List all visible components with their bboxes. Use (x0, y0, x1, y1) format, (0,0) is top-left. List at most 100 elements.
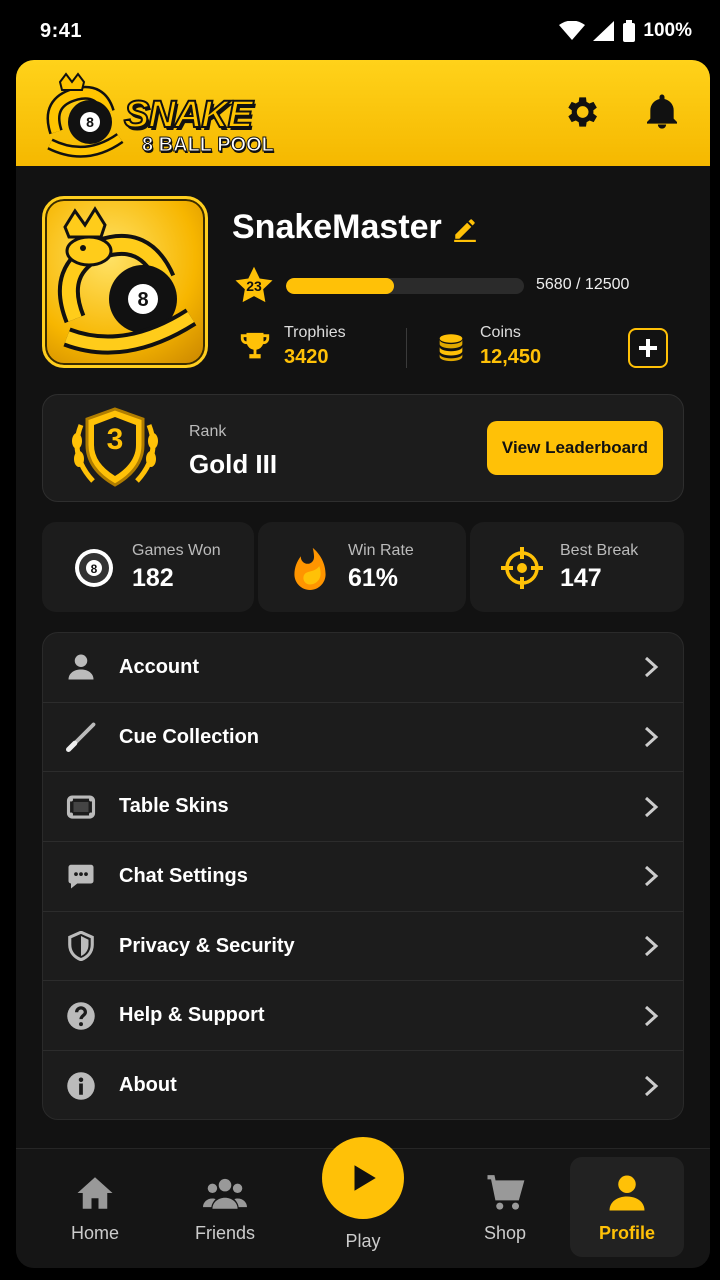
rank-card: 3 Rank Gold III View Leaderboard (42, 394, 684, 502)
app-logo: 8 SNAKE 8 BALL POOL (46, 72, 286, 158)
crosshair-icon (501, 547, 543, 589)
trophies-label: Trophies (284, 324, 346, 341)
chevron-right-icon (644, 726, 659, 748)
coins-text: Coins 12,450 (480, 324, 541, 369)
chevron-right-icon (644, 796, 659, 817)
chevron-right-icon (644, 935, 659, 957)
menu-label: Privacy & Security (119, 934, 295, 957)
menu-label: Chat Settings (119, 864, 248, 887)
username: SnakeMaster (232, 208, 442, 246)
cue-icon (65, 721, 97, 753)
menu-label: Help & Support (119, 1004, 265, 1027)
win-rate-label: Win Rate (348, 542, 414, 559)
nav-friends[interactable]: Friends (168, 1157, 282, 1257)
edit-icon[interactable] (452, 216, 478, 242)
chevron-right-icon (644, 1075, 659, 1097)
status-icons: 100% (559, 20, 692, 42)
win-rate-card: Win Rate 61% (258, 522, 466, 612)
notifications-button[interactable] (640, 90, 684, 134)
xp-text: 5680 / 12500 (536, 276, 630, 293)
level-badge: 23 (232, 264, 276, 308)
nav-shop[interactable]: Shop (448, 1157, 562, 1257)
menu-item-table-skins[interactable]: Table Skins (43, 772, 683, 843)
best-break-card: Best Break 147 (470, 522, 684, 612)
xp-progress-bar (286, 278, 524, 294)
battery-level: 100% (643, 20, 692, 41)
snake-ball-logo-icon: 8 (46, 72, 124, 158)
svg-text:8: 8 (86, 114, 94, 130)
coins-label: Coins (480, 324, 521, 341)
friends-icon (203, 1171, 247, 1215)
status-time: 9:41 (40, 19, 83, 42)
rank-value: Gold III (189, 449, 278, 479)
rank-badge-number: 3 (106, 423, 124, 456)
app-window: 8 SNAKE 8 BALL POOL 8 SnakeMaster 23 568… (16, 60, 710, 1268)
info-icon (65, 1070, 97, 1102)
chevron-right-icon (644, 1005, 659, 1026)
settings-menu: Account Cue Collection Table Skins Chat … (42, 632, 684, 1120)
coins-value: 12,450 (480, 346, 542, 368)
menu-item-privacy-security[interactable]: Privacy & Security (43, 912, 683, 982)
eight-ball-icon: 8 (75, 549, 113, 587)
menu-label: Account (119, 655, 199, 678)
app-header: 8 SNAKE 8 BALL POOL (16, 60, 710, 166)
logo-subtitle: 8 BALL POOL (142, 134, 275, 157)
trophies-stat: Trophies 3420 (238, 324, 346, 369)
nav-profile[interactable]: Profile (570, 1157, 684, 1257)
chevron-right-icon (644, 657, 659, 678)
menu-label: Table Skins (119, 795, 229, 818)
bell-icon (647, 94, 677, 129)
menu-item-cue-collection[interactable]: Cue Collection (43, 703, 683, 773)
menu-item-chat-settings[interactable]: Chat Settings (43, 842, 683, 912)
view-leaderboard-button[interactable]: View Leaderboard (487, 421, 663, 475)
settings-button[interactable] (559, 90, 603, 134)
best-break-label: Best Break (560, 542, 639, 559)
cart-icon (483, 1171, 527, 1215)
menu-item-account[interactable]: Account (43, 633, 683, 703)
games-won-value: 182 (132, 564, 174, 592)
help-icon (65, 1000, 97, 1032)
menu-label: Cue Collection (119, 725, 260, 748)
status-bar: 9:41 100% (0, 0, 720, 62)
games-won-card: 8 Games Won 182 (42, 522, 254, 612)
trophy-icon (240, 332, 270, 358)
menu-item-help-support[interactable]: Help & Support (43, 981, 683, 1052)
svg-text:8: 8 (137, 289, 148, 311)
menu-label: About (119, 1074, 177, 1097)
chat-icon (65, 860, 97, 892)
nav-profile-label: Profile (598, 1223, 655, 1243)
win-rate-value: 61% (348, 564, 399, 592)
flame-icon (294, 547, 326, 590)
menu-item-about[interactable]: About (43, 1051, 683, 1119)
rank-label: Rank (189, 423, 227, 440)
nav-home-label: Home (70, 1223, 119, 1243)
stat-divider (406, 328, 407, 368)
snake-avatar-icon: 8 (57, 206, 197, 355)
best-break-value: 147 (560, 564, 602, 592)
gear-icon (568, 97, 597, 127)
coins-stat: Coins 12,450 (434, 324, 541, 369)
chevron-right-icon (644, 866, 659, 887)
games-won-label: Games Won (132, 542, 221, 559)
nav-friends-label: Friends (194, 1223, 256, 1243)
home-icon (73, 1171, 117, 1215)
add-coins-button[interactable] (628, 328, 668, 368)
plus-icon (639, 339, 657, 357)
battery-icon (623, 20, 636, 42)
avatar[interactable]: 8 (42, 196, 208, 368)
play-button[interactable] (322, 1137, 404, 1219)
rank-badge: 3 (67, 405, 163, 491)
trophies-text: Trophies 3420 (284, 324, 346, 369)
logo-title: SNAKE (123, 93, 254, 137)
bottom-navigation: Home Friends Play Shop Profile (16, 1137, 710, 1268)
svg-text:8: 8 (91, 562, 98, 576)
nav-play-label: Play (345, 1231, 381, 1251)
user-icon (65, 651, 97, 683)
nav-home[interactable]: Home (38, 1157, 152, 1257)
profile-icon (605, 1171, 649, 1215)
signal-icon (593, 21, 615, 41)
wifi-icon (559, 21, 586, 40)
coins-icon (439, 333, 463, 361)
trophies-value: 3420 (284, 346, 329, 368)
level-number: 23 (246, 278, 262, 294)
